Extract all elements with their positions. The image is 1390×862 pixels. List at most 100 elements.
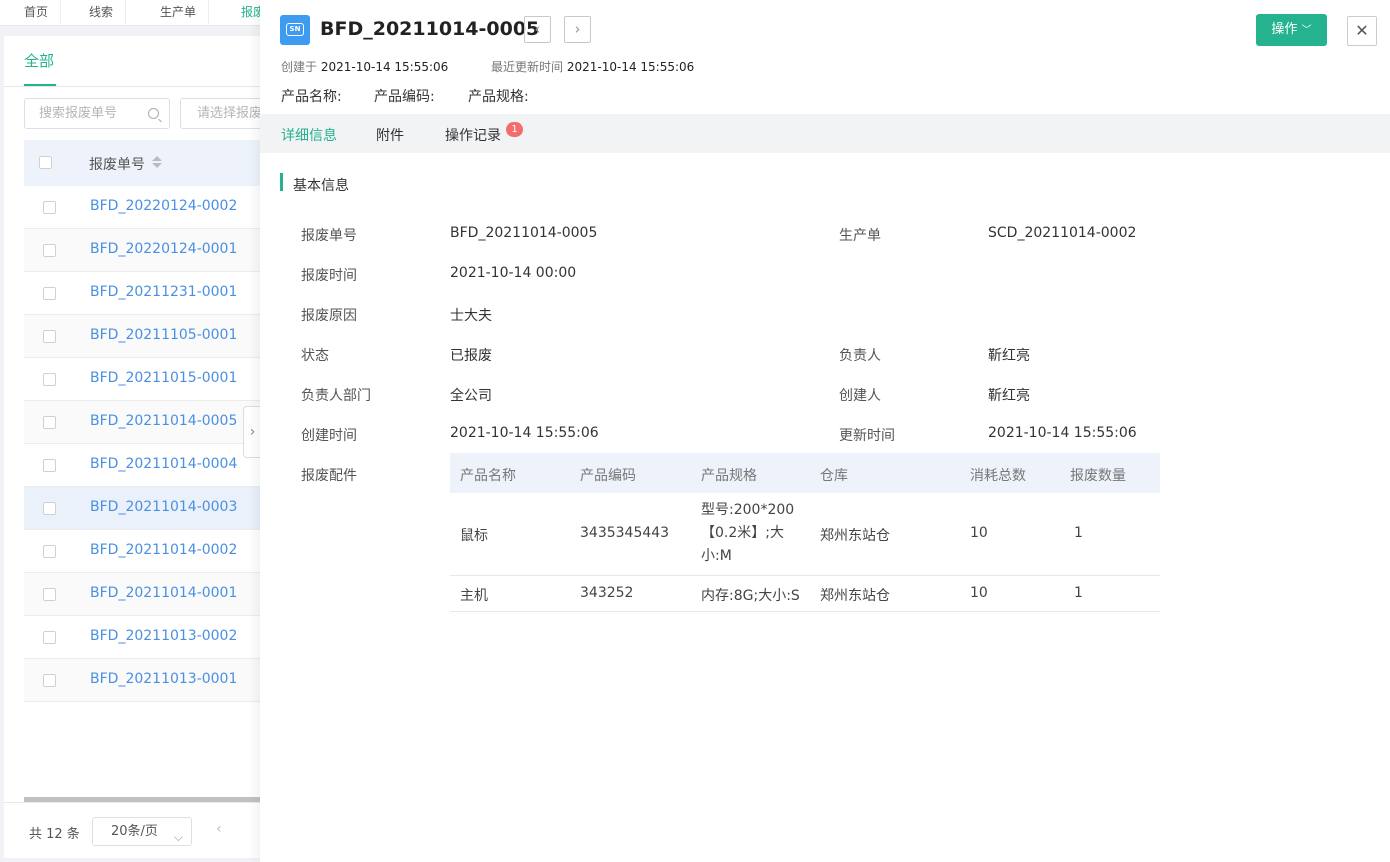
- production-order-value: SCD_20211014-0002: [988, 225, 1137, 241]
- filter-select-placeholder: 请选择报废: [197, 106, 263, 121]
- parts-col-spec: 产品规格: [701, 468, 757, 484]
- parts-label: 报废配件: [301, 468, 357, 484]
- table-row: 主机 343252 内存:8G;大小:S 郑州东站仓 10 1: [450, 576, 1160, 612]
- scrap-no-link[interactable]: BFD_20211013-0001: [90, 671, 237, 687]
- created-meta: 创建于 2021-10-14 15:55:06: [281, 60, 449, 74]
- pagination-total: 共 12 条: [29, 827, 80, 842]
- owner-value: 靳红亮: [988, 348, 1030, 364]
- product-code-label: 产品编码:: [374, 89, 435, 105]
- part-spec: 型号:200*200【0.2米】;大小:M: [701, 502, 795, 564]
- creator-label: 创建人: [839, 388, 881, 404]
- scrap-time-label: 报废时间: [301, 268, 357, 284]
- parts-col-consumed: 消耗总数: [970, 468, 1026, 484]
- part-spec: 内存:8G;大小:S: [701, 588, 800, 604]
- row-checkbox[interactable]: [43, 502, 56, 515]
- prev-page-icon[interactable]: ‹: [216, 821, 222, 837]
- parts-col-name: 产品名称: [460, 468, 516, 484]
- next-record-button[interactable]: ›: [564, 16, 591, 43]
- search-icon[interactable]: [148, 108, 159, 119]
- scrap-no-link[interactable]: BFD_20211014-0003: [90, 499, 237, 515]
- row-checkbox[interactable]: [43, 545, 56, 558]
- tab-all[interactable]: 全部: [24, 50, 54, 71]
- collapse-drawer-handle[interactable]: ›: [243, 406, 261, 458]
- chevron-down-icon: ﹀: [1301, 25, 1312, 36]
- part-name: 主机: [460, 588, 488, 604]
- scrap-no-value: BFD_20211014-0005: [450, 225, 598, 241]
- tab-operation-log[interactable]: 操作记录: [445, 125, 501, 145]
- table-row: 鼠标 3435345443 型号:200*200【0.2米】;大小:M 郑州东站…: [450, 493, 1160, 576]
- row-checkbox[interactable]: [43, 588, 56, 601]
- row-checkbox[interactable]: [43, 244, 56, 257]
- previous-record-button[interactable]: ‹: [524, 16, 551, 43]
- scrap-no-link[interactable]: BFD_20211231-0001: [90, 284, 237, 300]
- parts-table: 产品名称 产品编码 产品规格 仓库 消耗总数 报废数量 鼠标 343534544…: [450, 453, 1160, 612]
- row-checkbox[interactable]: [43, 416, 56, 429]
- search-placeholder: 搜索报废单号: [39, 106, 118, 121]
- part-code: 3435345443: [580, 525, 670, 541]
- creator-value: 靳红亮: [988, 388, 1030, 404]
- scrap-time-value: 2021-10-14 00:00: [450, 265, 577, 281]
- row-checkbox[interactable]: [43, 631, 56, 644]
- part-consumed: 10: [970, 585, 988, 601]
- scrap-no-link[interactable]: BFD_20211015-0001: [90, 370, 237, 386]
- close-button[interactable]: ✕: [1347, 16, 1377, 46]
- row-checkbox[interactable]: [43, 330, 56, 343]
- status-value: 已报废: [450, 348, 492, 364]
- row-checkbox[interactable]: [43, 674, 56, 687]
- sort-icon[interactable]: [152, 155, 162, 171]
- scrap-no-link[interactable]: BFD_20211014-0001: [90, 585, 237, 601]
- nav-tab-production[interactable]: 生产单: [148, 0, 210, 26]
- part-name: 鼠标: [460, 528, 488, 544]
- nav-tab-home[interactable]: 首页: [12, 0, 62, 26]
- reason-value: 士大夫: [450, 308, 492, 324]
- nav-tab-leads[interactable]: 线索: [77, 0, 127, 26]
- scrap-no-link[interactable]: BFD_20211014-0004: [90, 456, 237, 472]
- section-accent-bar: [280, 173, 283, 191]
- pagination: 共 12 条 20条/页 ⌵ ‹: [4, 802, 304, 858]
- row-checkbox[interactable]: [43, 287, 56, 300]
- row-checkbox[interactable]: [43, 373, 56, 386]
- updated-meta: 最近更新时间 2021-10-14 15:55:06: [491, 60, 695, 74]
- column-header-scrap-no[interactable]: 报废单号: [89, 154, 145, 174]
- divider: [4, 86, 304, 87]
- detail-drawer: SN BFD_20211014-0005 ‹ › 操作 ﹀ ✕ 创建于 2021…: [260, 0, 1390, 862]
- tab-attachments[interactable]: 附件: [376, 125, 404, 145]
- page-title: BFD_20211014-0005: [320, 18, 540, 40]
- part-scrap-qty: 1: [1074, 585, 1083, 601]
- section-title-basic-info: 基本信息: [293, 178, 349, 194]
- update-time-label: 更新时间: [839, 428, 895, 444]
- row-checkbox[interactable]: [43, 201, 56, 214]
- create-time-label: 创建时间: [301, 428, 357, 444]
- create-time-value: 2021-10-14 15:55:06: [450, 425, 599, 441]
- status-label: 状态: [301, 348, 329, 364]
- select-all-checkbox[interactable]: [39, 156, 52, 169]
- page-size-select[interactable]: 20条/页 ⌵: [92, 817, 192, 846]
- parts-col-code: 产品编码: [580, 468, 636, 484]
- parts-col-warehouse: 仓库: [820, 468, 848, 484]
- part-warehouse: 郑州东站仓: [820, 588, 890, 604]
- scrap-no-link[interactable]: BFD_20220124-0002: [90, 198, 237, 214]
- dept-value: 全公司: [450, 388, 492, 404]
- part-warehouse: 郑州东站仓: [820, 528, 890, 544]
- production-order-label: 生产单: [839, 228, 881, 244]
- scrap-no-label: 报废单号: [301, 228, 357, 244]
- search-input[interactable]: 搜索报废单号: [24, 98, 170, 129]
- row-checkbox[interactable]: [43, 459, 56, 472]
- close-icon: ✕: [1355, 21, 1369, 40]
- part-scrap-qty: 1: [1074, 525, 1083, 541]
- update-time-value: 2021-10-14 15:55:06: [988, 425, 1137, 441]
- scrap-no-link[interactable]: BFD_20211013-0002: [90, 628, 237, 644]
- operate-button[interactable]: 操作 ﹀: [1256, 14, 1327, 46]
- reason-label: 报废原因: [301, 308, 357, 324]
- scrap-no-link[interactable]: BFD_20211014-0005: [90, 413, 237, 429]
- app-root: 首页 线索 生产单 报废 全部 搜索报废单号 请选择报废 报废单号 BFD_20…: [0, 0, 1390, 862]
- page-size-value: 20条/页: [111, 824, 158, 839]
- parts-table-header: 产品名称 产品编码 产品规格 仓库 消耗总数 报废数量: [450, 453, 1160, 493]
- product-spec-label: 产品规格:: [468, 89, 529, 105]
- scrap-no-link[interactable]: BFD_20211014-0002: [90, 542, 237, 558]
- chevron-down-icon: ⌵: [173, 830, 183, 844]
- scrap-no-link[interactable]: BFD_20220124-0001: [90, 241, 237, 257]
- owner-label: 负责人: [839, 348, 881, 364]
- tab-details[interactable]: 详细信息: [281, 125, 337, 145]
- scrap-no-link[interactable]: BFD_20211105-0001: [90, 327, 237, 343]
